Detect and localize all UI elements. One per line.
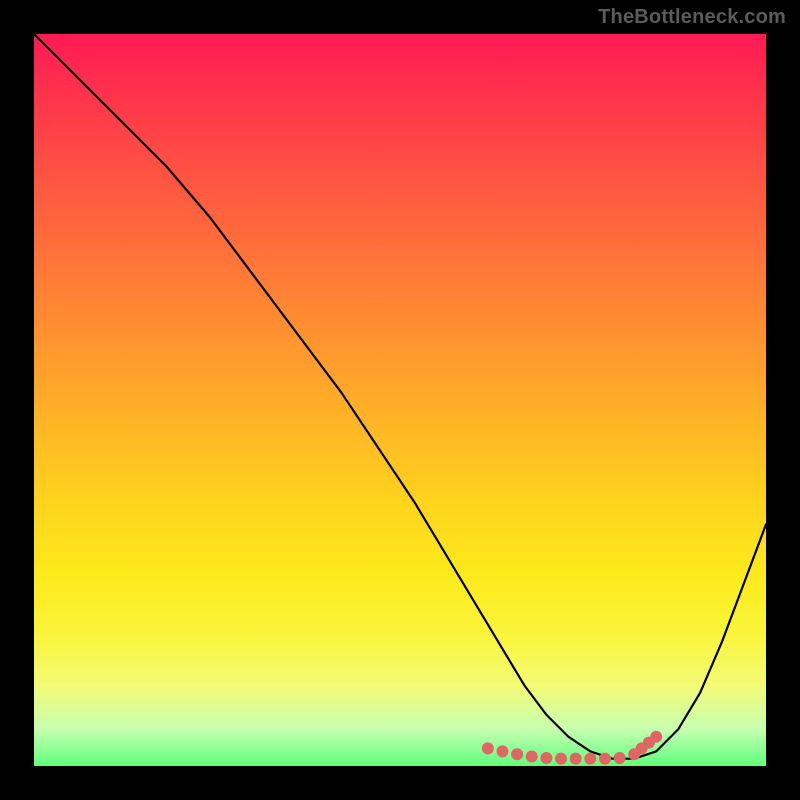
optimal-dot: [650, 731, 662, 743]
optimal-dot: [584, 753, 596, 765]
optimal-dot: [614, 752, 626, 764]
optimal-dot: [511, 748, 523, 760]
optimal-dot: [496, 745, 508, 757]
optimal-dot: [599, 753, 611, 765]
plot-area: [34, 34, 766, 766]
bottleneck-curve-line: [34, 34, 766, 759]
optimal-dot: [555, 753, 567, 765]
attribution-label: TheBottleneck.com: [598, 6, 786, 29]
optimal-dot: [526, 750, 538, 762]
optimal-dot: [570, 753, 582, 765]
chart-frame: TheBottleneck.com: [0, 0, 800, 800]
optimal-band-dots: [482, 731, 662, 765]
optimal-dot: [540, 752, 552, 764]
optimal-dot: [482, 742, 494, 754]
chart-svg: [34, 34, 766, 766]
